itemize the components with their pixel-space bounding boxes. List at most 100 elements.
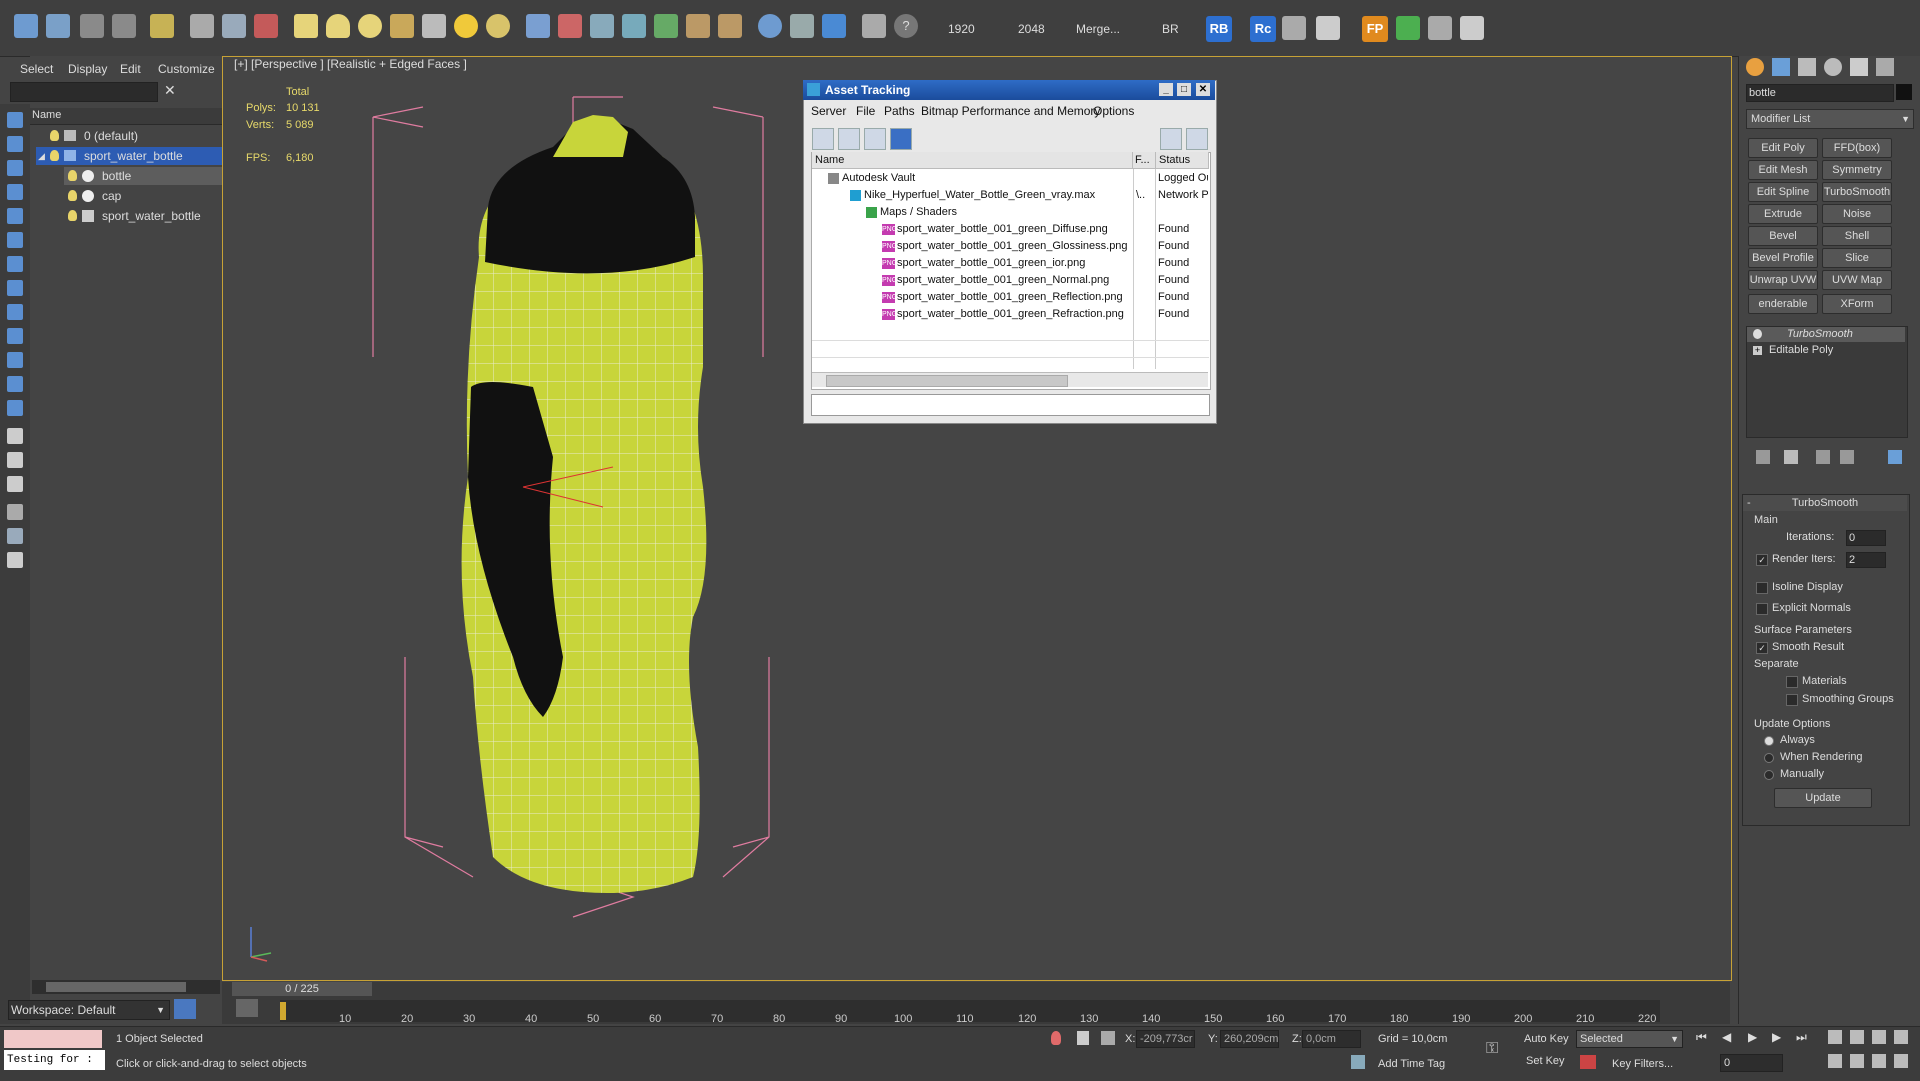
filter-groups-icon[interactable] bbox=[7, 304, 23, 320]
asset-tracking-titlebar[interactable]: Asset Tracking _ □ ✕ bbox=[803, 80, 1215, 100]
render-setup-icon[interactable] bbox=[822, 14, 846, 38]
x-coord-field[interactable]: -209,773cr bbox=[1136, 1030, 1195, 1048]
save-icon[interactable] bbox=[46, 14, 70, 38]
rollout-header[interactable]: - TurboSmooth bbox=[1743, 495, 1907, 511]
ffd-box-button[interactable]: FFD(box) bbox=[1822, 138, 1892, 158]
scrollbar-thumb[interactable] bbox=[46, 982, 186, 992]
help-icon[interactable]: ? bbox=[894, 14, 918, 38]
list-icon[interactable] bbox=[80, 14, 104, 38]
dialog-menu-file[interactable]: File bbox=[856, 104, 875, 118]
previous-frame-icon[interactable]: ◀ bbox=[1722, 1030, 1731, 1044]
current-frame-field[interactable]: 0 bbox=[1720, 1054, 1783, 1072]
container-icon[interactable] bbox=[7, 552, 23, 568]
rc-button[interactable]: Rc bbox=[1250, 16, 1276, 42]
clear-search-icon[interactable]: ✕ bbox=[164, 82, 176, 99]
camera-icon[interactable] bbox=[190, 14, 214, 38]
field-of-view-icon[interactable] bbox=[1828, 1054, 1842, 1068]
filter-cameras-icon[interactable] bbox=[7, 232, 23, 248]
current-frame-marker[interactable] bbox=[280, 1002, 286, 1020]
when-rendering-radio[interactable] bbox=[1764, 753, 1774, 763]
display-tab-icon[interactable] bbox=[1850, 58, 1868, 76]
tree-item-cap[interactable]: cap bbox=[64, 187, 222, 205]
y-coord-field[interactable]: 260,209cm bbox=[1220, 1030, 1279, 1048]
object-name-field[interactable]: bottle bbox=[1746, 84, 1894, 102]
explorer-horizontal-scrollbar[interactable] bbox=[32, 980, 220, 994]
close-icon[interactable]: ✕ bbox=[1196, 83, 1210, 96]
table-row[interactable]: PNGsport_water_bottle_001_green_Refracti… bbox=[882, 306, 1132, 323]
torus-icon[interactable] bbox=[390, 14, 414, 38]
table-row[interactable]: PNGsport_water_bottle_001_green_Normal.p… bbox=[882, 272, 1132, 289]
symmetry-button[interactable]: Symmetry bbox=[1822, 160, 1892, 180]
filter-geometry-icon[interactable] bbox=[7, 160, 23, 176]
table-row[interactable]: PNGsport_water_bottle_001_green_Diffuse.… bbox=[882, 221, 1132, 238]
asset-path-field[interactable] bbox=[811, 394, 1210, 416]
extrude-button[interactable]: Extrude bbox=[1748, 204, 1818, 224]
visibility-bulb-icon[interactable] bbox=[68, 210, 77, 221]
key-filters-button[interactable]: Key Filters... bbox=[1612, 1058, 1673, 1070]
minimize-icon[interactable]: _ bbox=[1159, 83, 1173, 96]
modify-tab-icon[interactable] bbox=[1772, 58, 1790, 76]
isolate-icon[interactable] bbox=[1051, 1031, 1061, 1045]
hierarchy-icon[interactable] bbox=[7, 528, 23, 544]
settings-icon[interactable] bbox=[1186, 128, 1208, 150]
frame-buffer-icon[interactable] bbox=[862, 14, 886, 38]
help-icon[interactable] bbox=[1160, 128, 1182, 150]
play-icon[interactable]: ▶ bbox=[1748, 1030, 1757, 1044]
tree-icon[interactable] bbox=[1396, 16, 1420, 40]
asset-table-horizontal-scrollbar[interactable] bbox=[812, 372, 1208, 387]
lock-selection-icon[interactable] bbox=[1077, 1031, 1089, 1045]
br-button[interactable]: BR bbox=[1162, 22, 1179, 36]
select-tool-icon[interactable] bbox=[7, 112, 23, 128]
light-icon[interactable] bbox=[150, 14, 174, 38]
maxscript-listener-top[interactable] bbox=[4, 1030, 102, 1048]
explorer-column-header[interactable]: Name bbox=[30, 108, 222, 125]
omni-icon[interactable] bbox=[486, 14, 510, 38]
fp-button[interactable]: FP bbox=[1362, 16, 1388, 42]
pan-icon[interactable] bbox=[1850, 1054, 1864, 1068]
table-view-icon[interactable] bbox=[890, 128, 912, 150]
stack-item-editable-poly[interactable]: + Editable Poly bbox=[1747, 343, 1905, 358]
edit-spline-button[interactable]: Edit Spline bbox=[1748, 182, 1818, 202]
auto-key-button[interactable]: Auto Key bbox=[1524, 1033, 1569, 1045]
utilities-tab-icon[interactable] bbox=[1876, 58, 1894, 76]
next-frame-icon[interactable]: ▶ bbox=[1772, 1030, 1781, 1044]
particle-icon[interactable] bbox=[526, 14, 550, 38]
fur-icon[interactable] bbox=[718, 14, 742, 38]
render-iters-spinner[interactable]: 2 bbox=[1846, 552, 1886, 568]
dialog-menu-paths[interactable]: Paths bbox=[884, 104, 915, 118]
object-color-swatch[interactable] bbox=[1896, 84, 1912, 100]
filter-bones-icon[interactable] bbox=[7, 352, 23, 368]
list-view-icon[interactable] bbox=[7, 428, 23, 444]
details-icon[interactable] bbox=[864, 128, 886, 150]
orbit-icon[interactable] bbox=[1872, 1054, 1886, 1068]
time-tag-icon[interactable] bbox=[1351, 1055, 1365, 1069]
filter-helpers-icon[interactable] bbox=[7, 256, 23, 272]
bevel-profile-button[interactable]: Bevel Profile bbox=[1748, 248, 1818, 268]
go-to-start-icon[interactable]: ⏮ bbox=[1696, 1030, 1707, 1045]
table-row[interactable]: PNGsport_water_bottle_001_green_ior.png bbox=[882, 255, 1132, 272]
configure-sets-icon[interactable] bbox=[1888, 450, 1902, 464]
create-tab-icon[interactable] bbox=[1746, 58, 1764, 76]
shell-button[interactable]: Shell bbox=[1822, 226, 1892, 246]
tools-icon[interactable] bbox=[1282, 16, 1306, 40]
key-icon[interactable]: ⚿ bbox=[1486, 1040, 1512, 1057]
dialog-menu-options[interactable]: Options bbox=[1093, 104, 1134, 118]
rb-button[interactable]: RB bbox=[1206, 16, 1232, 42]
hierarchy-tab-icon[interactable] bbox=[1798, 58, 1816, 76]
open-icon[interactable] bbox=[14, 14, 38, 38]
zoom-icon[interactable] bbox=[1828, 1030, 1842, 1044]
edit-poly-button[interactable]: Edit Poly bbox=[1748, 138, 1818, 158]
make-unique-icon[interactable] bbox=[1816, 450, 1830, 464]
absolute-mode-icon[interactable] bbox=[1101, 1031, 1115, 1045]
maximize-icon[interactable]: □ bbox=[1177, 83, 1191, 96]
teapot-icon[interactable] bbox=[254, 14, 278, 38]
render-iters-checkbox[interactable]: ✓ bbox=[1756, 554, 1768, 566]
explicit-normals-checkbox[interactable] bbox=[1756, 603, 1768, 615]
edit-mesh-button[interactable]: Edit Mesh bbox=[1748, 160, 1818, 180]
layer-manager-icon[interactable] bbox=[174, 999, 196, 1019]
zoom-extents-icon[interactable] bbox=[1872, 1030, 1886, 1044]
sun-icon[interactable] bbox=[454, 14, 478, 38]
bevel-button[interactable]: Bevel bbox=[1748, 226, 1818, 246]
dialog-menu-bitmap-performance[interactable]: Bitmap Performance and Memory bbox=[921, 104, 1100, 118]
display-tool-icon[interactable] bbox=[7, 136, 23, 152]
